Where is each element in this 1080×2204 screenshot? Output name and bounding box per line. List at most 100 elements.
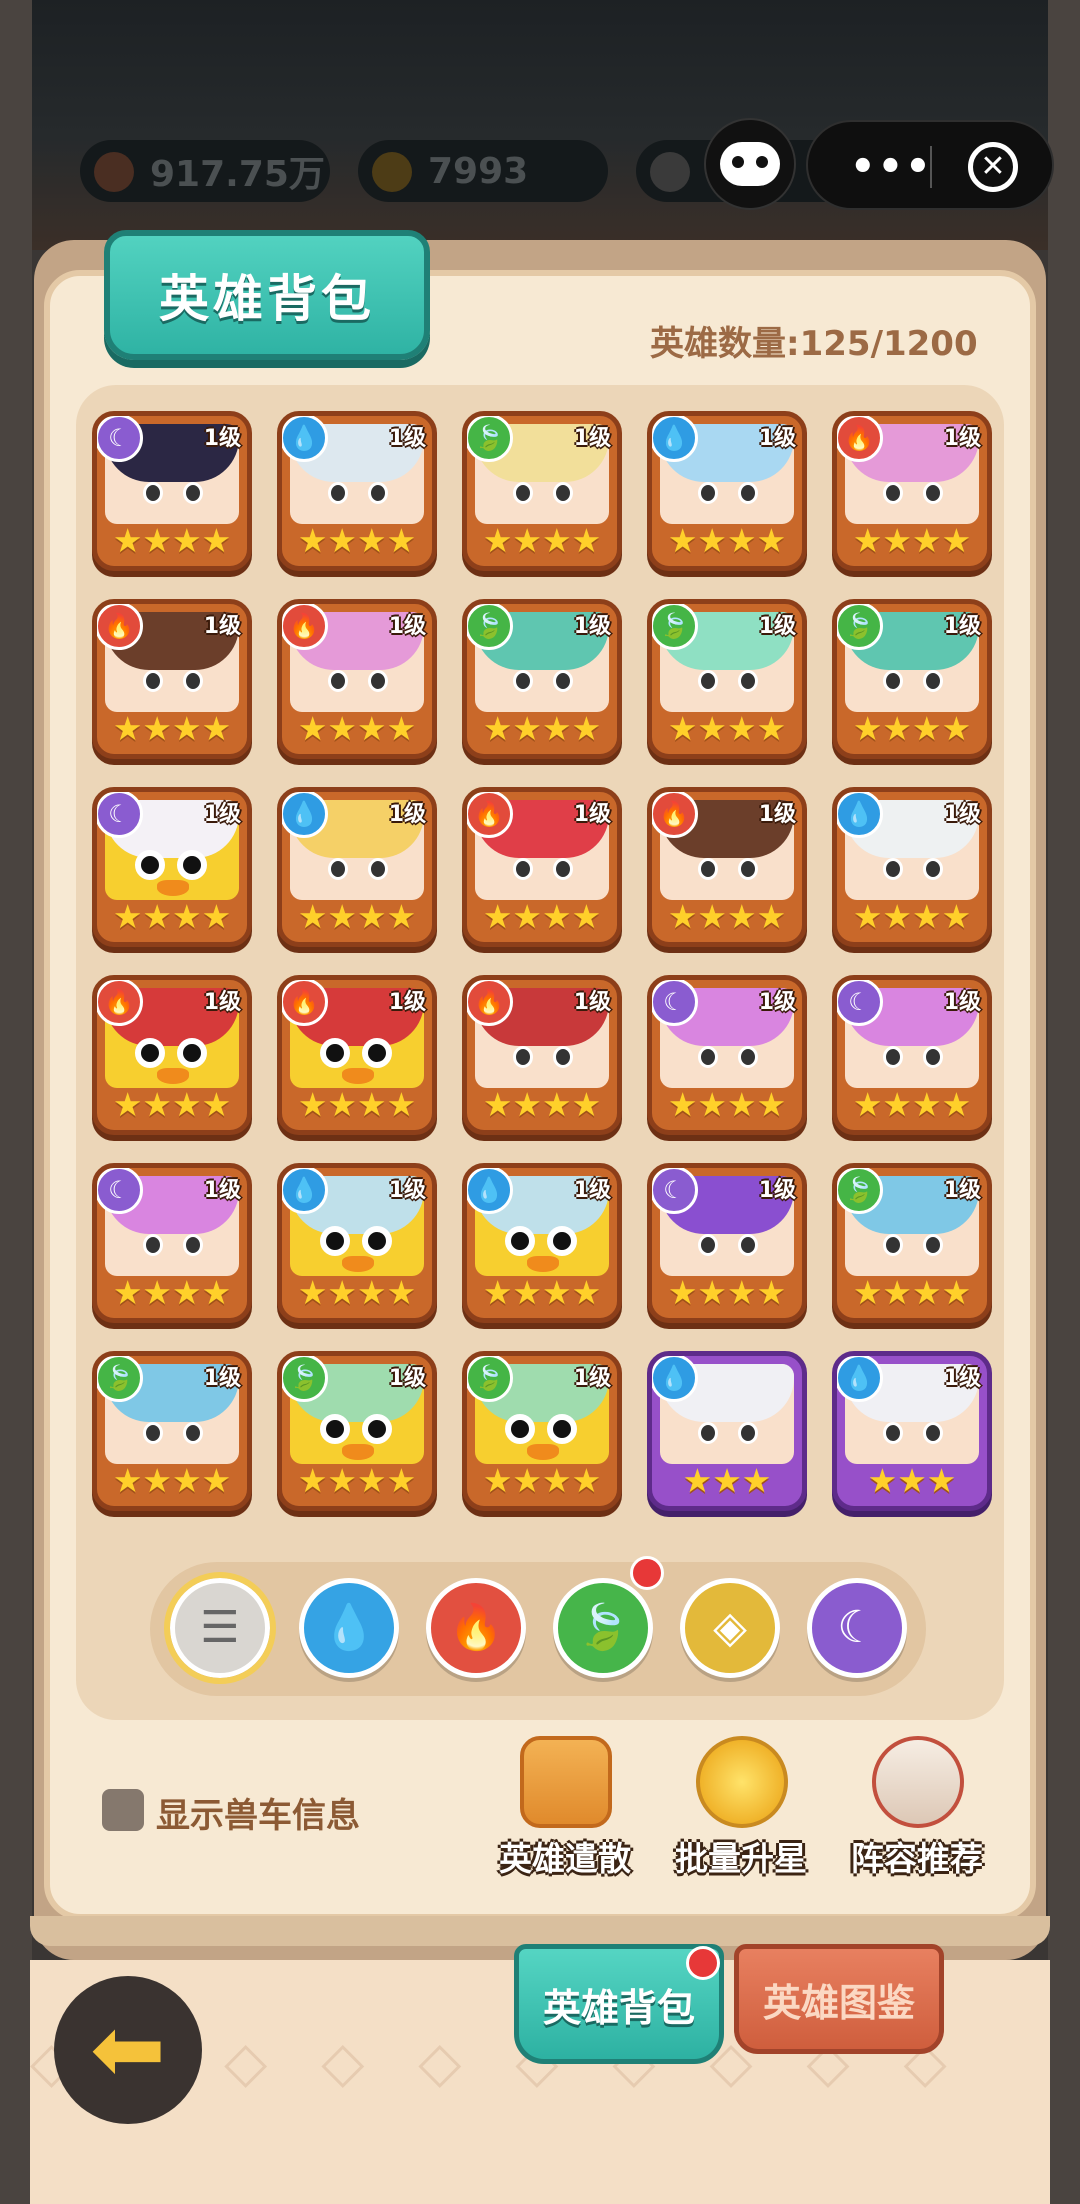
coin-icon [650,152,690,192]
back-button[interactable]: ⬅ [54,1976,202,2124]
hero-card[interactable]: 🔥 1级 ★★★★ [647,787,807,947]
tab-hero-atlas[interactable]: 英雄图鉴 [734,1944,944,2054]
dark-element-icon: ☾ [652,1168,698,1214]
hero-level: 1级 [203,1178,241,1203]
trash-icon [520,1736,612,1828]
hero-card[interactable]: 💧 1级 ★★★★ [277,787,437,947]
meat-icon [94,152,134,192]
hero-stars: ★★★★ [112,1461,232,1500]
panel-title: 英雄背包 [159,270,375,328]
water-element-icon: 💧 [837,1356,883,1402]
hero-level: 1级 [943,1178,981,1203]
close-button[interactable]: ✕ [968,142,1018,192]
hero-level: 1级 [203,614,241,639]
hero-stars: ★★★★ [297,1273,417,1312]
hero-level: 1级 [573,426,611,451]
hero-stars: ★★★★ [482,521,602,560]
hero-card[interactable]: 🍃 1级 ★★★★ [462,599,622,759]
wood-element-icon: 🍃 [467,1356,513,1402]
hero-card[interactable]: 🍃 1级 ★★★★ [647,599,807,759]
hero-level: 1级 [388,1366,426,1391]
hero-stars: ★★★★ [852,709,972,748]
gamepad-button[interactable] [704,118,796,210]
filter-all-button[interactable]: ☰ [164,1572,276,1684]
hero-stars: ★★★★ [482,709,602,748]
show-vehicle-label[interactable]: 显示兽车信息 [156,1788,360,1837]
hero-card[interactable]: 💧 1级 ★★★★ [277,411,437,571]
hero-card[interactable]: ☾ 1级 ★★★★ [92,787,252,947]
hero-card[interactable]: 🔥 1级 ★★★★ [832,411,992,571]
hero-card[interactable]: 🔥 1级 ★★★★ [462,975,622,1135]
water-element-icon: 💧 [652,1356,698,1402]
lineup-label: 阵容推荐 [851,1839,983,1878]
water-element-icon: 💧 [467,1168,513,1214]
hero-stars: ★★★★ [667,1085,787,1124]
hero-card[interactable]: 🍃 1级 ★★★★ [92,1351,252,1511]
hero-level: 1级 [758,1178,796,1203]
wood-element-icon: 🍃 [467,604,513,650]
fire-element-icon: 🔥 [652,792,698,838]
hero-card[interactable]: 💧 1级 ★★★★ [832,787,992,947]
hero-card[interactable]: 💧 1级 ★★★★ [462,1163,622,1323]
hero-card[interactable]: 🍃 1级 ★★★★ [277,1351,437,1511]
hero-card[interactable]: 💧 1级 ★★★ [832,1351,992,1511]
hero-card[interactable]: ☾ 1级 ★★★★ [647,1163,807,1323]
hero-level: 1级 [943,1366,981,1391]
hero-card[interactable]: 💧 ★★★ [647,1351,807,1511]
water-element-icon: 💧 [837,792,883,838]
hero-stars: ★★★★ [112,897,232,936]
hero-level: 1级 [203,990,241,1015]
show-vehicle-checkbox[interactable] [102,1789,144,1831]
hero-level: 1级 [573,1366,611,1391]
hero-card[interactable]: 🍃 1级 ★★★★ [832,599,992,759]
hero-card[interactable]: ☾ 1级 ★★★★ [92,411,252,571]
hero-card[interactable]: 🔥 1级 ★★★★ [277,599,437,759]
hero-level: 1级 [203,802,241,827]
hero-card[interactable]: ☾ 1级 ★★★★ [647,975,807,1135]
panel-title-tab: 英雄背包 [104,230,430,360]
batch-star-label: 批量升星 [675,1839,807,1878]
hero-stars: ★★★★ [297,1085,417,1124]
more-button[interactable]: ••• [850,144,933,190]
hero-level: 1级 [758,990,796,1015]
filter-wood-button[interactable]: 🍃 [553,1578,653,1678]
hero-card[interactable]: ☾ 1级 ★★★★ [92,1163,252,1323]
wood-element-icon: 🍃 [837,604,883,650]
hero-stars: ★★★★ [112,709,232,748]
fire-element-icon: 🔥 [467,792,513,838]
hero-card[interactable]: 💧 1级 ★★★★ [647,411,807,571]
panel-base [30,1916,1050,1946]
hero-card[interactable]: 🔥 1级 ★★★★ [277,975,437,1135]
star-upgrade-icon [696,1736,788,1828]
hero-card[interactable]: 🍃 1级 ★★★★ [832,1163,992,1323]
hero-level: 1级 [943,426,981,451]
filter-fire-button[interactable]: 🔥 [426,1578,526,1678]
hero-level: 1级 [758,614,796,639]
hero-card[interactable]: 🔥 1级 ★★★★ [462,787,622,947]
hero-card[interactable]: 🔥 1级 ★★★★ [92,599,252,759]
hero-stars: ★★★★ [482,1085,602,1124]
hero-level: 1级 [573,1178,611,1203]
hero-count: 英雄数量:125/1200 [650,324,978,364]
hero-level: 1级 [388,802,426,827]
filter-notification-dot [630,1556,664,1590]
hero-card[interactable]: ☾ 1级 ★★★★ [832,975,992,1135]
gamepad-icon [720,142,780,186]
hero-stars: ★★★★ [482,1273,602,1312]
hero-stars: ★★★★ [852,897,972,936]
filter-light-button[interactable]: ◈ [680,1578,780,1678]
dark-element-icon: ☾ [652,980,698,1026]
hero-stars: ★★★★ [852,1085,972,1124]
hero-card[interactable]: 🍃 1级 ★★★★ [462,1351,622,1511]
hero-card[interactable]: 🍃 1级 ★★★★ [462,411,622,571]
resource-gold-value: 7993 [428,150,529,192]
hero-stars: ★★★ [867,1461,957,1500]
hero-card[interactable]: 💧 1级 ★★★★ [277,1163,437,1323]
lineup-recommend-button[interactable]: 阵容推荐 [832,1736,1002,1886]
batch-star-button[interactable]: 批量升星 [656,1736,826,1886]
filter-water-button[interactable]: 💧 [299,1578,399,1678]
disband-button[interactable]: 英雄遣散 [480,1736,650,1886]
filter-dark-button[interactable]: ☾ [807,1578,907,1678]
resource-meat: 917.75万 [80,140,330,202]
hero-card[interactable]: 🔥 1级 ★★★★ [92,975,252,1135]
